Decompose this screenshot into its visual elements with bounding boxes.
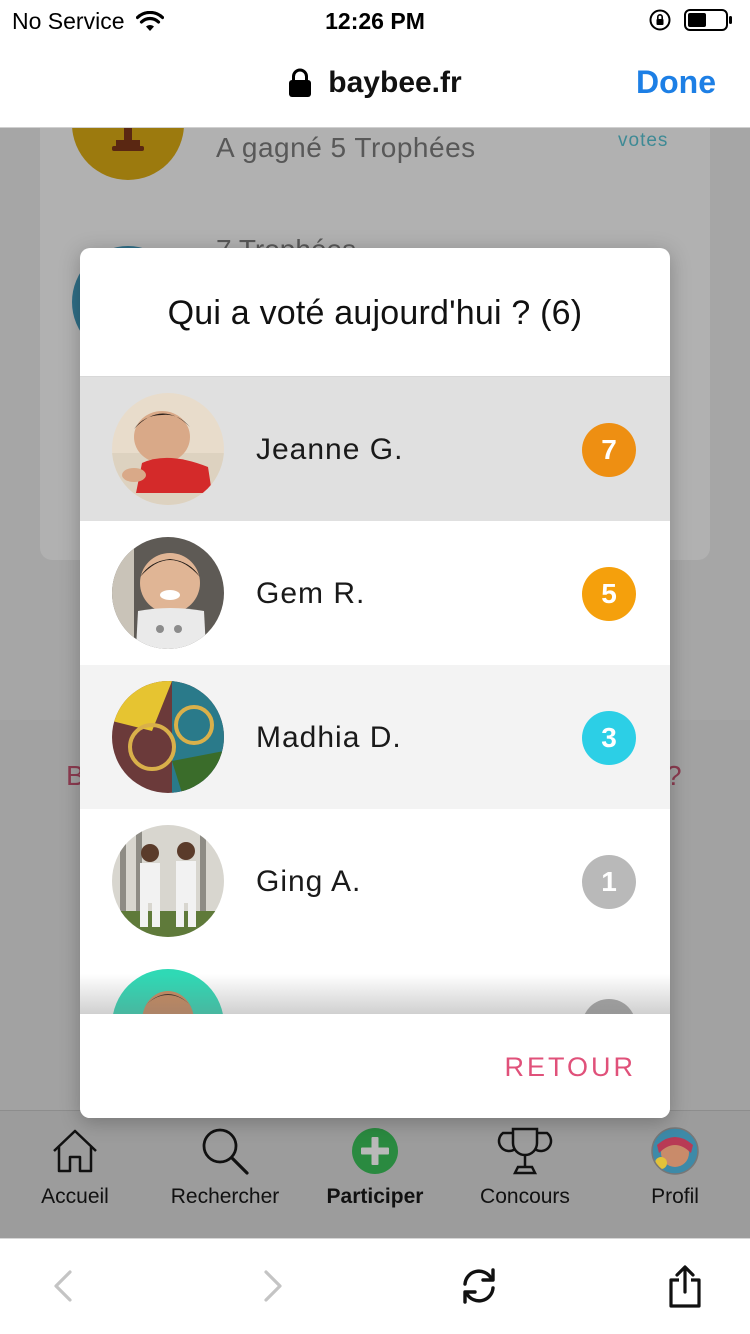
orientation-lock-icon	[649, 9, 671, 31]
voter-name: Ging A.	[256, 865, 362, 898]
url-text: baybee.fr	[328, 66, 462, 99]
voter-name: Madhia D.	[256, 721, 402, 754]
voter-list[interactable]: Jeanne G. 7 Gem R. 5 Madhia D. 3 Ging A.…	[80, 376, 670, 1014]
forward-icon	[264, 1270, 282, 1302]
vote-count-badge: 5	[582, 567, 636, 621]
trophy-count-text: A gagné 5 Trophées	[216, 132, 476, 163]
forward-button[interactable]	[248, 1261, 298, 1311]
app-tab-bar: Accueil Rechercher Participer Concours P…	[0, 1110, 750, 1238]
back-icon	[54, 1270, 72, 1302]
browser-header: baybee.fr Done	[0, 40, 750, 128]
home-icon	[53, 1129, 97, 1173]
back-button[interactable]	[38, 1261, 88, 1311]
tab-label: Rechercher	[170, 1185, 280, 1208]
vote-count-badge: 1	[582, 855, 636, 909]
voter-row[interactable]: Madhia D. 3	[80, 665, 670, 809]
voter-avatar	[112, 825, 224, 937]
reload-icon	[463, 1268, 495, 1304]
share-icon	[669, 1265, 701, 1308]
voter-name: Gem R.	[256, 577, 366, 610]
battery-icon	[684, 9, 732, 31]
status-right	[648, 8, 734, 32]
tab-concours[interactable]: Concours	[450, 1123, 600, 1209]
voters-dialog: Qui a voté aujourd'hui ? (6) Jeanne G. 7	[80, 248, 670, 1118]
status-bar: No Service 12:26 PM	[0, 0, 750, 40]
voter-row[interactable]: Jeanne G. 7	[80, 377, 670, 521]
tab-rechercher[interactable]: Rechercher	[150, 1123, 300, 1209]
tab-label: Accueil	[41, 1185, 109, 1208]
voter-name: Jeanne G.	[256, 433, 404, 466]
retour-button[interactable]: RETOUR	[504, 1052, 636, 1083]
vote-count-badge: 7	[582, 423, 636, 477]
trophy-icon	[112, 128, 144, 151]
votes-label: votes	[618, 130, 669, 151]
voter-row[interactable]: Gem R. 5	[80, 521, 670, 665]
search-icon	[202, 1128, 249, 1175]
voter-row[interactable]: Ging A. 1	[80, 809, 670, 953]
tab-accueil[interactable]: Accueil	[0, 1123, 150, 1209]
tab-participer[interactable]: Participer	[300, 1123, 450, 1209]
share-button[interactable]	[660, 1261, 710, 1311]
tab-label: Participer	[326, 1185, 424, 1208]
tab-profil[interactable]: Profil	[600, 1123, 750, 1209]
profile-avatar	[651, 1127, 699, 1175]
voter-avatar	[112, 393, 224, 505]
clock: 12:26 PM	[325, 8, 425, 34]
browser-toolbar	[0, 1238, 750, 1334]
voter-avatar	[112, 681, 224, 793]
tab-label: Profil	[651, 1185, 699, 1208]
reload-button[interactable]	[454, 1261, 504, 1311]
trophy-icon	[497, 1127, 553, 1175]
scroll-fade	[80, 974, 670, 1014]
done-button[interactable]: Done	[636, 64, 716, 101]
vote-count-badge: 3	[582, 711, 636, 765]
dialog-footer: RETOUR	[80, 1014, 670, 1118]
dialog-title: Qui a voté aujourd'hui ? (6)	[167, 294, 583, 332]
tab-label: Concours	[480, 1185, 570, 1208]
voter-avatar	[112, 537, 224, 649]
plus-circle-icon	[352, 1128, 398, 1174]
lock-icon	[289, 68, 312, 97]
